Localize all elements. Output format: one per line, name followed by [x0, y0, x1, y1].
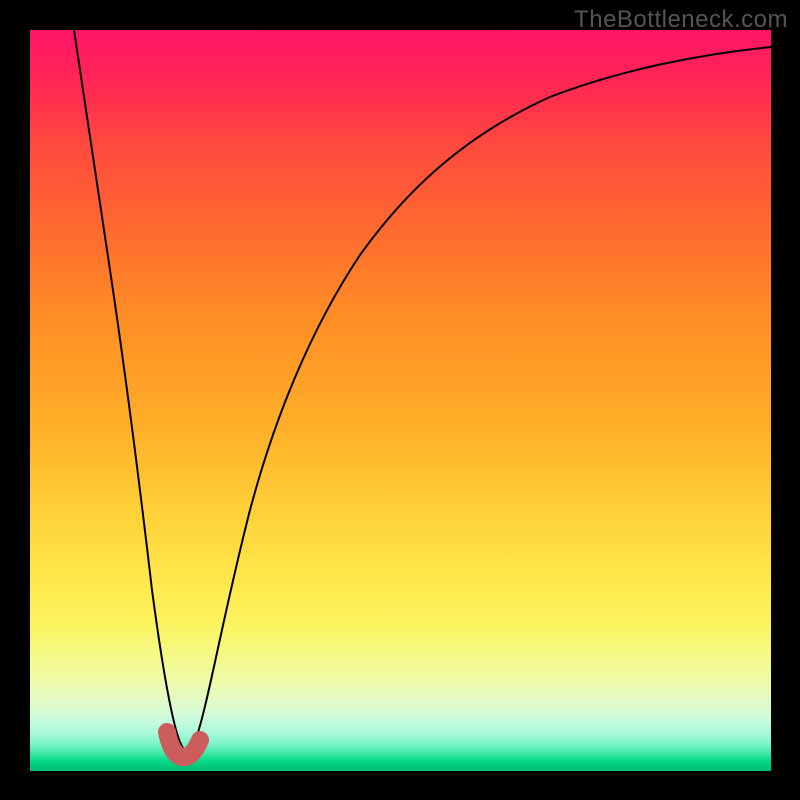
watermark-text: TheBottleneck.com — [574, 6, 788, 34]
plot-svg — [30, 30, 771, 771]
plot-area — [30, 30, 771, 771]
bottleneck-curve — [74, 30, 771, 754]
cusp-marker — [167, 732, 200, 757]
chart-container: TheBottleneck.com — [0, 0, 800, 800]
